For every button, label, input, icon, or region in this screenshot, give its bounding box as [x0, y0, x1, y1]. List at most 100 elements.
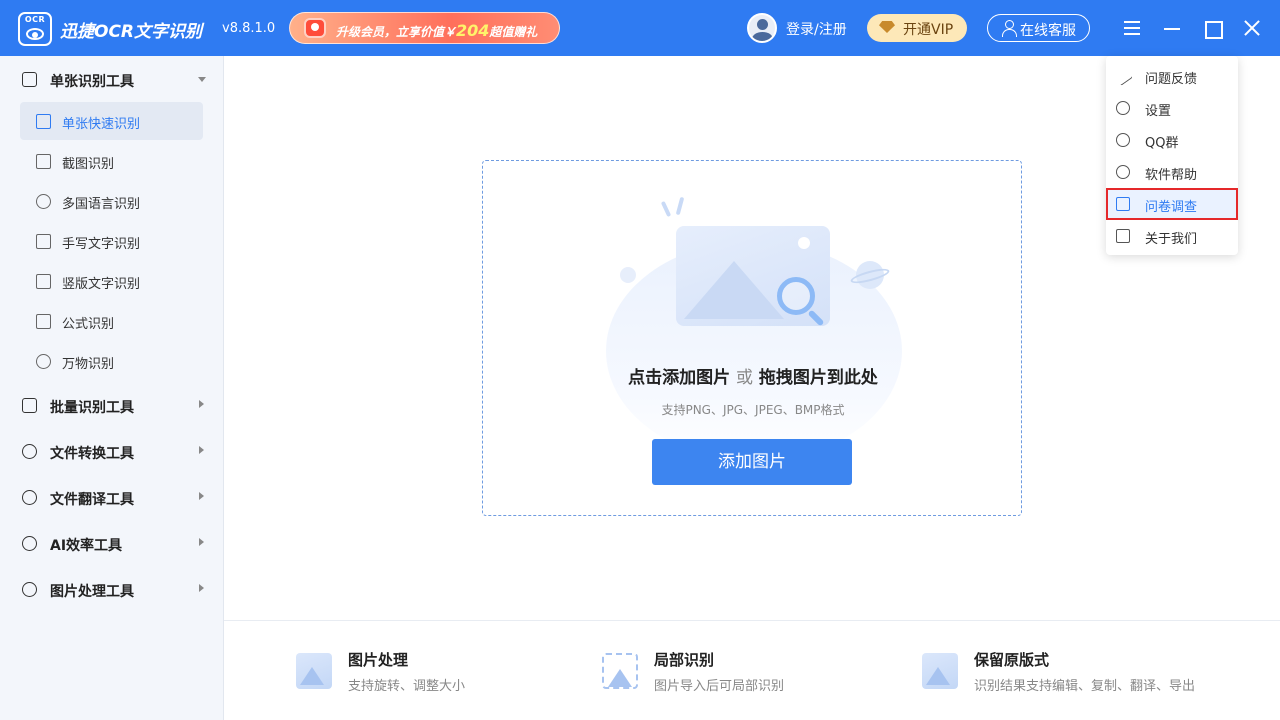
menu-item-about[interactable]: 关于我们 — [1106, 220, 1238, 252]
sidebar-item-formula[interactable]: 公式识别 — [20, 302, 203, 340]
menu-item-label: 问卷调查 — [1145, 200, 1198, 215]
app-logo: OCR — [18, 12, 52, 46]
keep-layout-icon — [922, 653, 958, 689]
sidebar: 单张识别工具 单张快速识别 截图识别 多国语言识别 手写文字识别 竖版文字识别 … — [0, 56, 224, 720]
formula-icon — [36, 314, 51, 329]
menu-item-label: 设置 — [1145, 104, 1172, 119]
click-add-text: 点击添加图片 — [628, 368, 731, 388]
maximize-icon[interactable] — [1201, 17, 1223, 39]
main-menu-dropdown: 问题反馈 设置 QQ群 软件帮助 问卷调查 关于我们 — [1106, 56, 1238, 255]
gift-icon — [304, 18, 326, 38]
menu-item-feedback[interactable]: 问题反馈 — [1106, 60, 1238, 92]
minimize-icon[interactable] — [1161, 17, 1183, 39]
globe-icon — [36, 194, 51, 209]
feature-keep-layout: 保留原版式 识别结果支持编辑、复制、翻译、导出 — [922, 649, 1242, 697]
partial-recognition-icon — [602, 653, 638, 689]
close-icon[interactable] — [1241, 17, 1263, 39]
chevron-right-icon — [199, 446, 204, 454]
chevron-down-icon — [198, 77, 206, 82]
menu-item-label: QQ群 — [1145, 136, 1179, 151]
sidebar-item-handwriting[interactable]: 手写文字识别 — [20, 222, 203, 260]
menu-item-survey[interactable]: 问卷调查 — [1106, 188, 1238, 220]
pen-icon — [36, 234, 51, 249]
sidebar-group-label: 文件转换工具 — [50, 446, 134, 462]
ai-icon — [22, 536, 37, 551]
sidebar-item-label: 截图识别 — [62, 157, 115, 172]
feature-strip: 图片处理 支持旋转、调整大小 局部识别 图片导入后可局部识别 保留原版式 识别结… — [224, 620, 1280, 720]
eye-icon — [26, 28, 44, 40]
chevron-right-icon — [199, 492, 204, 500]
feature-image-process: 图片处理 支持旋转、调整大小 — [296, 649, 616, 697]
help-icon — [1116, 165, 1130, 179]
feature-title: 保留原版式 — [974, 651, 1050, 669]
batch-recognition-icon — [22, 398, 37, 413]
feature-title: 局部识别 — [654, 651, 715, 669]
dropzone-instruction: 点击添加图片 或 拖拽图片到此处 — [483, 363, 1023, 388]
sidebar-item-screenshot[interactable]: 截图识别 — [20, 142, 203, 180]
avatar[interactable] — [747, 13, 777, 43]
file-convert-icon — [22, 444, 37, 459]
app-title: 迅捷OCR文字识别 — [60, 22, 203, 42]
upload-illustration — [606, 196, 902, 461]
feature-partial-recognition: 局部识别 图片导入后可局部识别 — [602, 649, 922, 697]
vertical-text-icon — [36, 274, 51, 289]
feature-desc: 支持旋转、调整大小 — [348, 679, 466, 694]
promo-prefix: 升级会员，立享价值￥ — [336, 25, 457, 39]
promo-text: 升级会员，立享价值￥204超值赠礼 — [336, 21, 537, 40]
sidebar-item-vertical-text[interactable]: 竖版文字识别 — [20, 262, 203, 300]
menu-item-help[interactable]: 软件帮助 — [1106, 156, 1238, 188]
sidebar-group-file-translate[interactable]: 文件翻译工具 — [0, 477, 224, 517]
feature-title: 图片处理 — [348, 651, 409, 669]
sidebar-group-image-process[interactable]: 图片处理工具 — [0, 569, 224, 609]
survey-icon — [1116, 197, 1130, 211]
magnifier-icon — [777, 277, 815, 315]
crop-icon — [36, 154, 51, 169]
feature-desc: 识别结果支持编辑、复制、翻译、导出 — [974, 679, 1196, 694]
chevron-right-icon — [199, 400, 204, 408]
logo-text: OCR — [24, 15, 46, 24]
service-label: 在线客服 — [1020, 23, 1076, 39]
sidebar-group-label: 图片处理工具 — [50, 584, 134, 600]
sidebar-group-ai[interactable]: AI效率工具 — [0, 523, 224, 563]
objects-icon — [36, 354, 51, 369]
sidebar-item-multilanguage[interactable]: 多国语言识别 — [20, 182, 203, 220]
menu-item-settings[interactable]: 设置 — [1106, 92, 1238, 124]
sidebar-item-label: 竖版文字识别 — [62, 277, 141, 292]
promo-suffix: 超值赠礼 — [489, 25, 538, 39]
menu-icon[interactable] — [1121, 17, 1143, 39]
menu-item-qq-group[interactable]: QQ群 — [1106, 124, 1238, 156]
title-bar: OCR 迅捷OCR文字识别 v8.8.1.0 升级会员，立享价值￥204超值赠礼… — [0, 0, 1280, 56]
sidebar-group-label: 批量识别工具 — [50, 400, 134, 416]
drag-text: 拖拽图片到此处 — [758, 368, 878, 388]
menu-item-label: 关于我们 — [1145, 232, 1198, 247]
sidebar-item-label: 万物识别 — [62, 357, 115, 372]
open-vip-button[interactable]: 开通VIP — [867, 14, 967, 42]
sidebar-group-single[interactable]: 单张识别工具 — [0, 59, 224, 99]
chevron-right-icon — [199, 538, 204, 546]
qq-icon — [1116, 133, 1130, 147]
sidebar-item-label: 单张快速识别 — [62, 117, 141, 132]
format-hint: 支持PNG、JPG、JPEG、BMP格式 — [661, 403, 845, 417]
sidebar-item-objects[interactable]: 万物识别 — [20, 342, 203, 380]
sidebar-item-label: 公式识别 — [62, 317, 115, 332]
online-service-button[interactable]: 在线客服 — [987, 14, 1090, 42]
file-translate-icon — [22, 490, 37, 505]
sidebar-group-label: 文件翻译工具 — [50, 492, 134, 508]
chevron-right-icon — [199, 584, 204, 592]
image-process-feature-icon — [296, 653, 332, 689]
person-icon — [1002, 20, 1017, 37]
menu-item-label: 问题反馈 — [1145, 72, 1198, 87]
add-image-button[interactable]: 添加图片 — [652, 439, 852, 485]
sidebar-group-label: AI效率工具 — [50, 538, 123, 554]
login-register-link[interactable]: 登录/注册 — [786, 19, 847, 39]
image-dropzone[interactable]: 点击添加图片 或 拖拽图片到此处 支持PNG、JPG、JPEG、BMP格式 添加… — [482, 160, 1022, 516]
sidebar-item-label: 手写文字识别 — [62, 237, 141, 252]
diamond-icon — [879, 21, 895, 33]
sidebar-group-file-convert[interactable]: 文件转换工具 — [0, 431, 224, 471]
sidebar-item-quick-recognize[interactable]: 单张快速识别 — [20, 102, 203, 140]
sidebar-item-label: 多国语言识别 — [62, 197, 141, 212]
image-process-icon — [22, 582, 37, 597]
sidebar-group-batch[interactable]: 批量识别工具 — [0, 385, 224, 425]
feedback-icon — [1113, 66, 1133, 86]
promo-banner[interactable]: 升级会员，立享价值￥204超值赠礼 — [289, 12, 560, 44]
